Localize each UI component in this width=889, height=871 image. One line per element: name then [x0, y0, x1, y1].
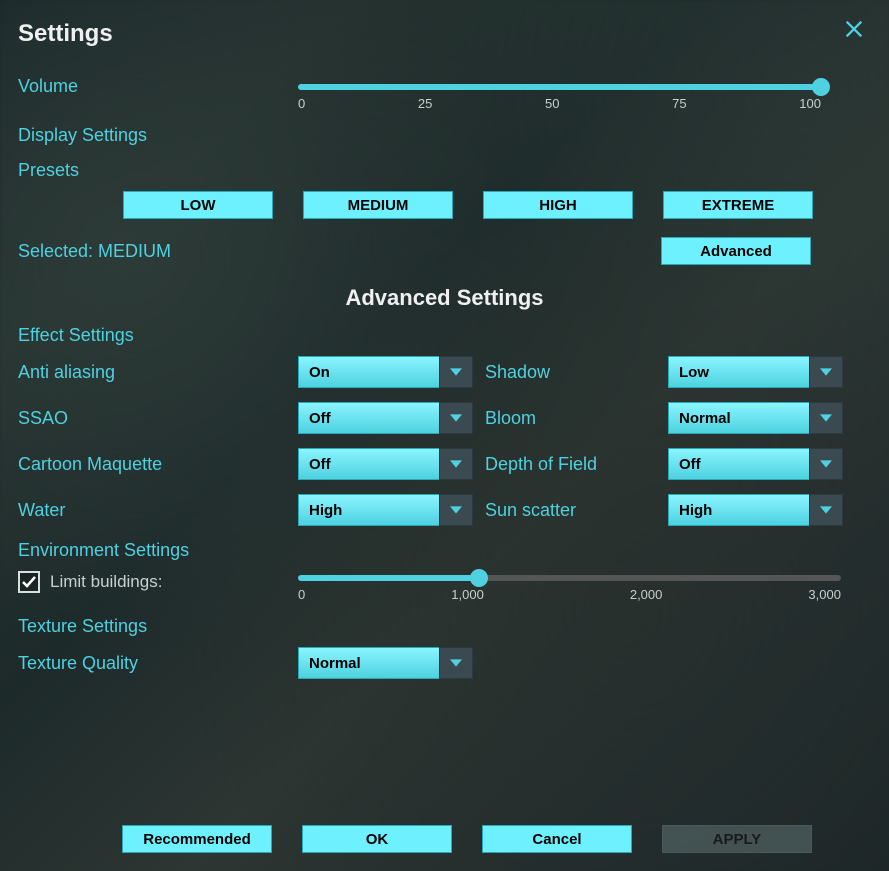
limit-buildings-checkbox[interactable] [18, 571, 40, 593]
preset-row: LOW MEDIUM HIGH EXTREME [123, 191, 871, 219]
volume-slider[interactable]: 0 25 50 75 100 [298, 76, 871, 111]
chevron-down-icon [809, 448, 843, 480]
chevron-down-icon [439, 494, 473, 526]
anti-aliasing-dropdown[interactable]: On [298, 356, 473, 388]
chevron-down-icon [809, 356, 843, 388]
settings-panel: Settings Volume 0 25 50 75 100 Display S… [0, 0, 889, 871]
page-title: Settings [18, 20, 871, 48]
texture-settings-label: Texture Settings [18, 616, 871, 637]
ok-button[interactable]: OK [302, 825, 452, 853]
effect-settings-label: Effect Settings [18, 325, 871, 346]
chevron-down-icon [439, 356, 473, 388]
chevron-down-icon [439, 647, 473, 679]
bloom-label: Bloom [473, 408, 668, 429]
water-label: Water [18, 500, 298, 521]
display-settings-label: Display Settings [18, 125, 871, 146]
volume-ticks: 0 25 50 75 100 [298, 96, 821, 111]
advanced-button[interactable]: Advanced [661, 237, 811, 265]
close-icon[interactable] [843, 18, 865, 40]
presets-label: Presets [18, 160, 871, 181]
chevron-down-icon [439, 448, 473, 480]
preset-medium-button[interactable]: MEDIUM [303, 191, 453, 219]
sun-scatter-dropdown[interactable]: High [668, 494, 843, 526]
preset-selected-label: Selected: MEDIUM [18, 241, 171, 262]
chevron-down-icon [809, 494, 843, 526]
cartoon-maquette-label: Cartoon Maquette [18, 454, 298, 475]
cartoon-maquette-dropdown[interactable]: Off [298, 448, 473, 480]
limit-buildings-label: Limit buildings: [50, 572, 162, 592]
limit-buildings-slider[interactable]: 0 1,000 2,000 3,000 [298, 571, 871, 602]
recommended-button[interactable]: Recommended [122, 825, 272, 853]
depth-of-field-label: Depth of Field [473, 454, 668, 475]
texture-quality-dropdown[interactable]: Normal [298, 647, 473, 679]
advanced-settings-title: Advanced Settings [18, 285, 871, 311]
chevron-down-icon [439, 402, 473, 434]
shadow-dropdown[interactable]: Low [668, 356, 843, 388]
volume-label: Volume [18, 76, 288, 97]
shadow-label: Shadow [473, 362, 668, 383]
apply-button[interactable]: APPLY [662, 825, 812, 853]
texture-quality-label: Texture Quality [18, 653, 298, 674]
ssao-label: SSAO [18, 408, 298, 429]
cancel-button[interactable]: Cancel [482, 825, 632, 853]
bloom-dropdown[interactable]: Normal [668, 402, 843, 434]
anti-aliasing-label: Anti aliasing [18, 362, 298, 383]
environment-settings-label: Environment Settings [18, 540, 871, 561]
depth-of-field-dropdown[interactable]: Off [668, 448, 843, 480]
sun-scatter-label: Sun scatter [473, 500, 668, 521]
water-dropdown[interactable]: High [298, 494, 473, 526]
preset-extreme-button[interactable]: EXTREME [663, 191, 813, 219]
preset-high-button[interactable]: HIGH [483, 191, 633, 219]
ssao-dropdown[interactable]: Off [298, 402, 473, 434]
limit-buildings-ticks: 0 1,000 2,000 3,000 [298, 587, 841, 602]
preset-low-button[interactable]: LOW [123, 191, 273, 219]
chevron-down-icon [809, 402, 843, 434]
